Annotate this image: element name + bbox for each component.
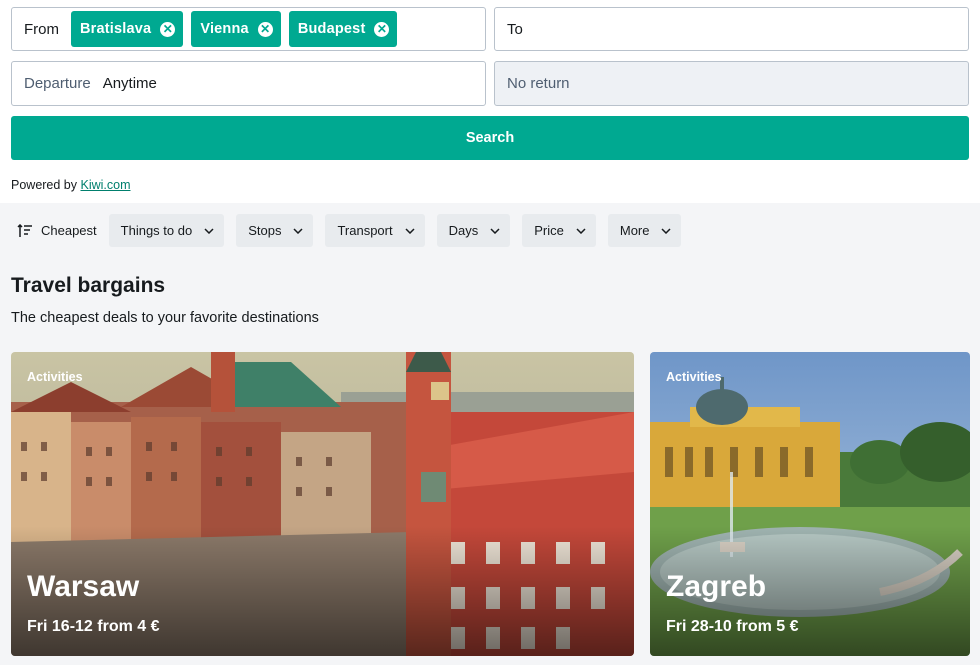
chip-budapest[interactable]: Budapest ✕ <box>288 11 398 47</box>
remove-chip-icon[interactable]: ✕ <box>257 21 273 37</box>
chevron-down-icon <box>661 227 672 234</box>
filter-bar: Cheapest Things to do Stops Transport Da… <box>11 214 693 247</box>
from-field[interactable]: From Bratislava ✕ Vienna ✕ Budapest ✕ <box>11 7 486 51</box>
remove-chip-icon[interactable]: ✕ <box>374 21 390 37</box>
from-label: From <box>24 20 59 38</box>
from-chips: Bratislava ✕ Vienna ✕ Budapest ✕ <box>71 11 398 47</box>
remove-chip-icon[interactable]: ✕ <box>160 21 176 37</box>
chevron-down-icon <box>576 227 586 234</box>
chevron-down-icon <box>490 227 500 234</box>
card-price-info: Fri 28-10 from 5 € <box>666 618 799 635</box>
chip-vienna[interactable]: Vienna ✕ <box>191 11 281 47</box>
departure-label: Departure <box>24 75 91 92</box>
return-field[interactable]: No return <box>494 61 969 106</box>
filter-things-to-do[interactable]: Things to do <box>108 214 225 247</box>
chevron-down-icon <box>204 227 214 234</box>
card-city: Warsaw <box>27 570 140 603</box>
filter-price[interactable]: Price <box>522 214 596 247</box>
search-panel: From Bratislava ✕ Vienna ✕ Budapest ✕ To… <box>0 0 980 203</box>
sort-cheapest[interactable]: Cheapest <box>11 223 97 238</box>
to-field[interactable]: To <box>494 7 969 51</box>
return-label: No return <box>507 75 570 92</box>
search-button[interactable]: Search <box>11 116 969 160</box>
powered-by: Powered by Kiwi.com <box>11 178 131 192</box>
card-city: Zagreb <box>666 570 767 603</box>
departure-value: Anytime <box>102 75 157 92</box>
card-price-info: Fri 16-12 from 4 € <box>27 618 160 635</box>
departure-field[interactable]: Departure Anytime <box>11 61 486 106</box>
chevron-down-icon <box>293 227 303 234</box>
filter-transport[interactable]: Transport <box>325 214 425 247</box>
sort-icon <box>17 223 32 237</box>
card-tag: Activities <box>666 370 722 384</box>
filter-more[interactable]: More <box>607 214 682 247</box>
chevron-down-icon <box>405 227 415 234</box>
chip-bratislava[interactable]: Bratislava ✕ <box>71 11 184 47</box>
card-tag: Activities <box>27 370 83 384</box>
filter-stops[interactable]: Stops <box>236 214 314 247</box>
to-label: To <box>507 20 523 38</box>
destination-card-zagreb[interactable]: Activities Zagreb Fri 28-10 from 5 € <box>650 352 970 656</box>
filter-days[interactable]: Days <box>436 214 511 247</box>
kiwi-link[interactable]: Kiwi.com <box>80 178 130 192</box>
section-subtitle: The cheapest deals to your favorite dest… <box>11 310 319 326</box>
section-title: Travel bargains <box>11 274 166 297</box>
destination-card-warsaw[interactable]: Activities Warsaw Fri 16-12 from 4 € <box>11 352 634 656</box>
